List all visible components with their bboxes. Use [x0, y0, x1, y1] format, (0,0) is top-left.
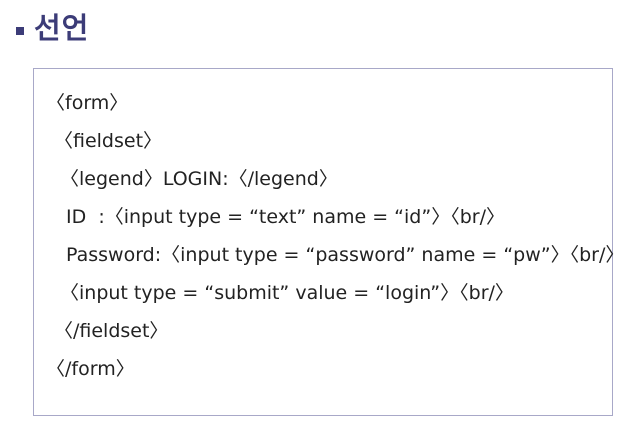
code-line-fieldset-close: 〈/fieldset〉 [54, 320, 169, 342]
section-title: 선언 [34, 11, 90, 45]
code-line-legend: 〈legend〉LOGIN:〈/legend〉 [60, 168, 338, 190]
section-heading: 선언 [16, 6, 89, 50]
code-block: 〈form〉 〈fieldset〉 〈legend〉LOGIN:〈/legend… [33, 68, 624, 416]
code-line-submit-input: 〈input type = “submit” value = “login”〉〈… [60, 282, 514, 304]
code-line-password-input: Password:〈input type = “password” name =… [66, 244, 625, 266]
code-line-fieldset-open: 〈fieldset〉 [54, 130, 163, 152]
code-line-form-open: 〈form〉 [46, 92, 129, 114]
code-line-id-input: ID :〈input type = “text” name = “id”〉〈br… [66, 206, 505, 228]
code-line-form-close: 〈/form〉 [46, 358, 135, 380]
square-bullet-icon [16, 27, 24, 35]
